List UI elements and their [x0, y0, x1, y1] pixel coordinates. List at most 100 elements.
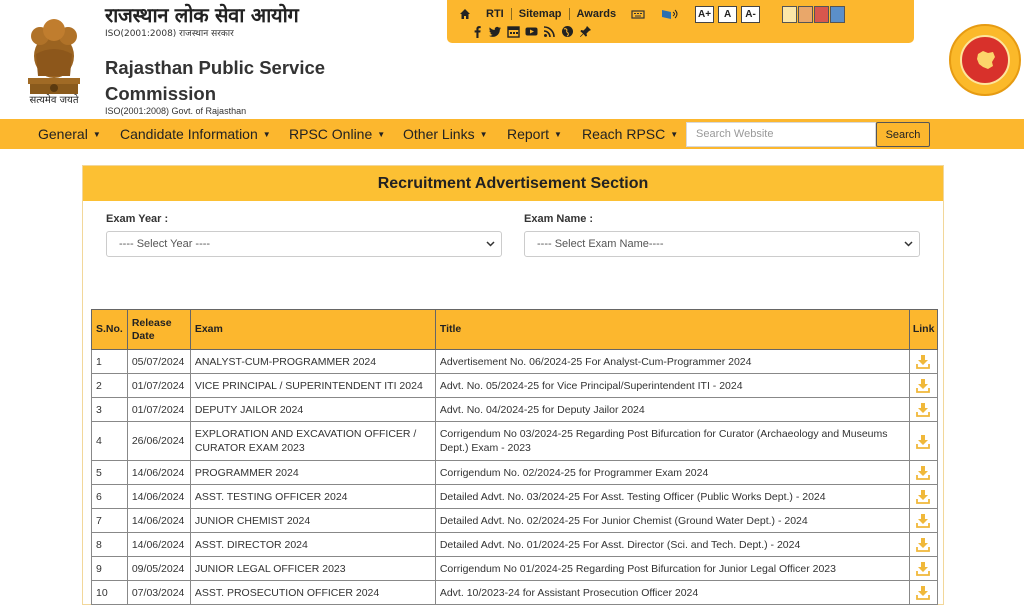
row-link[interactable] — [908, 460, 938, 485]
awards-link[interactable]: Awards — [570, 8, 624, 20]
exam-year-label: Exam Year : — [106, 213, 169, 225]
screen-reader-icon[interactable] — [661, 8, 679, 20]
search-button[interactable]: Search — [876, 122, 930, 147]
site-header: सत्यमेव जयते राजस्थान लोक सेवा आयोग ISO(… — [0, 0, 1024, 119]
download-icon[interactable] — [916, 465, 931, 480]
exam-name-select[interactable]: ---- Select Exam Name---- — [524, 231, 920, 257]
download-icon[interactable] — [916, 378, 931, 393]
download-icon[interactable] — [916, 537, 931, 552]
row-exam: EXPLORATION AND EXCAVATION OFFICER / CUR… — [189, 421, 436, 461]
font-increase-button[interactable]: A+ — [695, 5, 715, 23]
nav-reach-rpsc-label: Reach RPSC — [582, 126, 666, 142]
nav-candidate-information-label: Candidate Information — [120, 126, 258, 142]
row-link[interactable] — [908, 484, 938, 509]
nav-report-label: Report — [507, 126, 550, 142]
table-row: 3 01/07/2024 DEPUTY JAILOR 2024 Advt. No. 0… — [91, 397, 938, 422]
row-sno: 1 — [91, 349, 128, 374]
download-icon[interactable] — [916, 489, 931, 504]
row-title[interactable]: Corrigendum No 01/2024-25 Regarding Post… — [434, 556, 910, 581]
row-link[interactable] — [908, 421, 938, 461]
download-icon[interactable] — [916, 434, 931, 449]
row-exam: ASST. TESTING OFFICER 2024 — [189, 484, 436, 509]
row-link[interactable] — [908, 556, 938, 581]
row-sno: 4 — [91, 421, 128, 461]
row-title[interactable]: Detailed Advt. No. 02/2024-25 For Junior… — [434, 508, 910, 533]
keyboard-icon[interactable] — [631, 8, 645, 20]
row-release-date: 26/06/2024 — [126, 421, 191, 461]
nav-general[interactable]: General ▼ — [38, 126, 101, 142]
nav-candidate-information[interactable]: Candidate Information ▼ — [120, 126, 271, 142]
home-icon[interactable] — [459, 8, 471, 20]
row-exam: VICE PRINCIPAL / SUPERINTENDENT ITI 2024 — [189, 373, 436, 398]
row-link[interactable] — [908, 373, 938, 398]
row-sno: 6 — [91, 484, 128, 509]
site-title-english[interactable]: Rajasthan Public Service Commission — [105, 55, 345, 107]
exam-name-select-value: ---- Select Exam Name---- — [537, 238, 664, 250]
calendar-icon[interactable] — [507, 25, 520, 38]
nav-report[interactable]: Report ▼ — [507, 126, 562, 142]
theme-swatch-red[interactable] — [814, 5, 830, 23]
globe-icon[interactable] — [561, 25, 574, 38]
download-icon[interactable] — [916, 513, 931, 528]
row-sno: 5 — [91, 460, 128, 485]
row-release-date: 14/06/2024 — [126, 508, 191, 533]
rss-icon[interactable] — [543, 25, 556, 38]
row-title[interactable]: Advt. No. 05/2024-25 for Vice Principal/… — [434, 373, 910, 398]
rpsc-logo-icon[interactable] — [949, 24, 1021, 96]
row-title[interactable]: Detailed Advt. No. 01/2024-25 For Asst. … — [434, 532, 910, 557]
row-release-date: 05/07/2024 — [126, 349, 191, 374]
youtube-icon[interactable] — [525, 25, 538, 38]
row-sno: 2 — [91, 373, 128, 398]
row-title[interactable]: Corrigendum No. 02/2024-25 for Programme… — [434, 460, 910, 485]
search-input[interactable]: Search Website — [686, 122, 876, 147]
row-exam: DEPUTY JAILOR 2024 — [189, 397, 436, 422]
row-release-date: 14/06/2024 — [126, 532, 191, 557]
theme-swatch-orange[interactable] — [798, 5, 814, 23]
row-title[interactable]: Advt. No. 04/2024-25 for Deputy Jailor 2… — [434, 397, 910, 422]
table-row: 8 14/06/2024 ASST. DIRECTOR 2024 Detailed A… — [91, 532, 938, 557]
emblem-motto: सत्यमेव जयते — [29, 95, 79, 106]
chevron-down-icon: ▼ — [670, 130, 679, 139]
download-icon[interactable] — [916, 354, 931, 369]
facebook-icon[interactable] — [471, 25, 484, 38]
nav-rpsc-online[interactable]: RPSC Online ▼ — [289, 126, 385, 142]
table-row: 4 26/06/2024 EXPLORATION AND EXCAVATION OF… — [91, 421, 938, 461]
table-row: 6 14/06/2024 ASST. TESTING OFFICER 2024 Det… — [91, 484, 938, 509]
header-title: Title — [434, 309, 910, 350]
theme-swatch-blue[interactable] — [830, 5, 846, 23]
row-sno: 8 — [91, 532, 128, 557]
header-release-date: Release Date — [126, 309, 191, 350]
download-icon[interactable] — [916, 561, 931, 576]
download-icon[interactable] — [916, 402, 931, 417]
row-title[interactable]: Advertisement No. 06/2024-25 For Analyst… — [434, 349, 910, 374]
utility-toolbar: RTI Sitemap Awards A+ A A- — [447, 0, 914, 43]
row-release-date: 09/05/2024 — [126, 556, 191, 581]
twitter-icon[interactable] — [489, 25, 502, 38]
row-link[interactable] — [908, 349, 938, 374]
row-exam: ASST. DIRECTOR 2024 — [189, 532, 436, 557]
row-title[interactable]: Detailed Advt. No. 03/2024-25 For Asst. … — [434, 484, 910, 509]
pin-icon[interactable] — [579, 25, 592, 38]
exam-year-select-value: ---- Select Year ---- — [119, 238, 211, 250]
exam-year-select[interactable]: ---- Select Year ---- — [106, 231, 502, 257]
row-link[interactable] — [908, 397, 938, 422]
chevron-down-icon: ▼ — [479, 130, 488, 139]
theme-swatch-light-yellow[interactable] — [782, 5, 798, 23]
header-link: Link — [908, 309, 938, 350]
row-link[interactable] — [908, 532, 938, 557]
nav-reach-rpsc[interactable]: Reach RPSC ▼ — [582, 126, 678, 142]
nav-general-label: General — [38, 126, 88, 142]
exam-name-label: Exam Name : — [524, 213, 594, 225]
font-normal-button[interactable]: A — [718, 5, 738, 23]
ashoka-emblem-icon[interactable] — [22, 14, 86, 104]
row-link[interactable] — [908, 508, 938, 533]
font-decrease-button[interactable]: A- — [741, 5, 761, 23]
row-exam: ANALYST-CUM-PROGRAMMER 2024 — [189, 349, 436, 374]
row-title[interactable]: Corrigendum No 03/2024-25 Regarding Post… — [434, 421, 910, 461]
nav-other-links[interactable]: Other Links ▼ — [403, 126, 488, 142]
chevron-down-icon: ▼ — [262, 130, 271, 139]
sitemap-link[interactable]: Sitemap — [512, 8, 570, 20]
rti-link[interactable]: RTI — [479, 8, 512, 20]
site-title-hindi[interactable]: राजस्थान लोक सेवा आयोग — [105, 1, 299, 28]
chevron-down-icon — [904, 241, 913, 247]
